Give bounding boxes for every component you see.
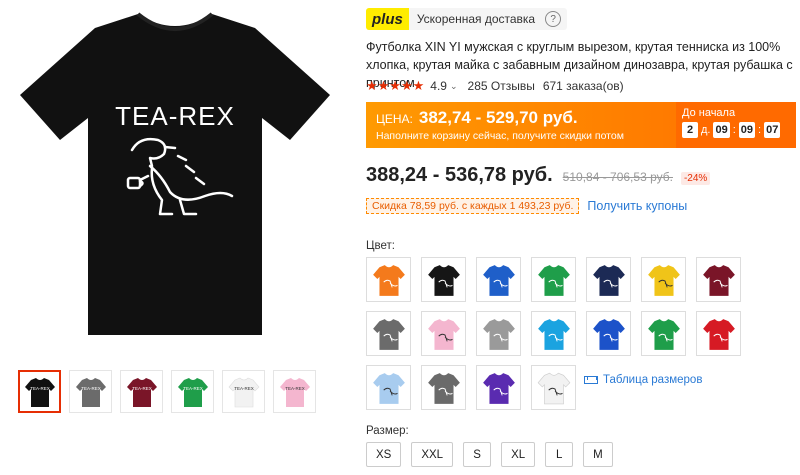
color-swatch[interactable]: [696, 311, 741, 356]
thumbnail[interactable]: TEA-REX: [18, 370, 61, 413]
size-option-s[interactable]: S: [463, 442, 492, 467]
chevron-down-icon[interactable]: ⌄: [450, 81, 458, 92]
promo-subtitle: Наполните корзину сейчас, получите скидк…: [376, 130, 624, 142]
svg-text:TEA-REX: TEA-REX: [30, 386, 50, 391]
svg-text:TEA-REX: TEA-REX: [234, 386, 254, 391]
thumbnail[interactable]: TEA-REX: [273, 370, 316, 413]
color-swatch[interactable]: [366, 311, 411, 356]
ruler-icon: [584, 376, 598, 384]
thumbnail[interactable]: TEA-REX: [222, 370, 265, 413]
sale-promo-banner: ЦЕНА: 382,74 - 529,70 руб. Наполните кор…: [366, 102, 796, 148]
svg-text:TEA-REX: TEA-REX: [183, 386, 203, 391]
promo-price-section: ЦЕНА: 382,74 - 529,70 руб. Наполните кор…: [366, 102, 676, 148]
size-chart-label: Таблица размеров: [603, 374, 703, 386]
color-swatch[interactable]: [366, 257, 411, 302]
color-swatch[interactable]: [531, 365, 576, 410]
size-options: XS XXL S XL L M: [366, 442, 613, 467]
size-option-l[interactable]: L: [545, 442, 574, 467]
countdown-label: До начала: [682, 107, 736, 119]
color-swatch[interactable]: [586, 311, 631, 356]
size-label: Размер:: [366, 425, 409, 437]
orders-count: 671 заказа(ов): [542, 79, 624, 93]
countdown-separator: :: [758, 124, 762, 136]
reviews-link[interactable]: 285 Отзывы: [468, 79, 535, 93]
color-swatch[interactable]: [421, 311, 466, 356]
color-swatch[interactable]: [531, 311, 576, 356]
svg-text:TEA-REX: TEA-REX: [285, 386, 305, 391]
color-swatch[interactable]: [641, 311, 686, 356]
rating-value: 4.9: [430, 79, 447, 93]
countdown-timer: 2 д. 09 : 09 : 07: [682, 122, 790, 138]
color-swatch[interactable]: [641, 257, 686, 302]
color-swatch[interactable]: [696, 257, 741, 302]
promo-price: 382,74 - 529,70 руб.: [418, 108, 578, 127]
color-swatch[interactable]: [421, 257, 466, 302]
countdown-days-unit: д.: [701, 124, 711, 136]
help-icon[interactable]: ?: [545, 11, 562, 27]
coupon-badge: Скидка 78,59 руб. с каждых 1 493,23 руб.: [366, 198, 580, 214]
old-price: 510,84 - 706,53 руб.: [562, 170, 673, 184]
price-row: 388,24 - 536,78 руб. 510,84 - 706,53 руб…: [366, 164, 711, 187]
thumbnail[interactable]: TEA-REX: [120, 370, 163, 413]
thumbnail[interactable]: TEA-REX: [69, 370, 112, 413]
discount-badge: -24%: [680, 172, 711, 185]
get-coupons-link[interactable]: Получить купоны: [587, 199, 687, 213]
color-swatch[interactable]: [421, 365, 466, 410]
countdown-separator: :: [732, 124, 736, 136]
plus-badge: plus: [366, 8, 409, 30]
current-price: 388,24 - 536,78 руб.: [366, 164, 553, 186]
countdown-minutes: 09: [738, 122, 756, 138]
svg-text:TEA-REX: TEA-REX: [81, 386, 101, 391]
fast-shipping-badge: plus Ускоренная доставка ?: [366, 8, 568, 30]
rating-row: ★★★★★ 4.9 ⌄ 285 Отзывы 671 заказа(ов): [366, 78, 624, 94]
size-chart-link[interactable]: Таблица размеров: [584, 374, 702, 386]
color-swatch-grid: [366, 257, 786, 410]
color-label: Цвет:: [366, 240, 395, 252]
countdown-days: 2: [682, 122, 698, 138]
countdown-section: До начала 2 д. 09 : 09 : 07: [676, 102, 796, 148]
color-swatch[interactable]: [366, 365, 411, 410]
svg-text:TEA-REX: TEA-REX: [132, 386, 152, 391]
star-rating-icon: ★★★★★: [366, 78, 425, 93]
countdown-hours: 09: [713, 122, 730, 138]
color-swatch[interactable]: [531, 257, 576, 302]
thumbnail[interactable]: TEA-REX: [171, 370, 214, 413]
size-option-xs[interactable]: XS: [366, 442, 402, 467]
color-swatch[interactable]: [476, 311, 521, 356]
print-text: TEA-REX: [115, 101, 235, 131]
size-option-xl[interactable]: XL: [501, 442, 536, 467]
coupon-row: Скидка 78,59 руб. с каждых 1 493,23 руб.…: [366, 198, 687, 214]
promo-price-label: ЦЕНА:: [376, 112, 413, 126]
color-swatch[interactable]: [476, 257, 521, 302]
tshirt-illustration: TEA-REX: [20, 12, 330, 335]
color-swatch[interactable]: [586, 257, 631, 302]
thumbnail-strip: TEA-REX TEA-REX TEA-REX TEA-REX TEA-REX …: [18, 370, 316, 413]
color-swatch[interactable]: [476, 365, 521, 410]
main-product-image: TEA-REX: [0, 0, 350, 355]
size-option-m[interactable]: M: [583, 442, 613, 467]
size-option-xxl[interactable]: XXL: [411, 442, 454, 467]
countdown-seconds: 07: [764, 122, 781, 138]
shipping-text: Ускоренная доставка: [416, 12, 536, 26]
